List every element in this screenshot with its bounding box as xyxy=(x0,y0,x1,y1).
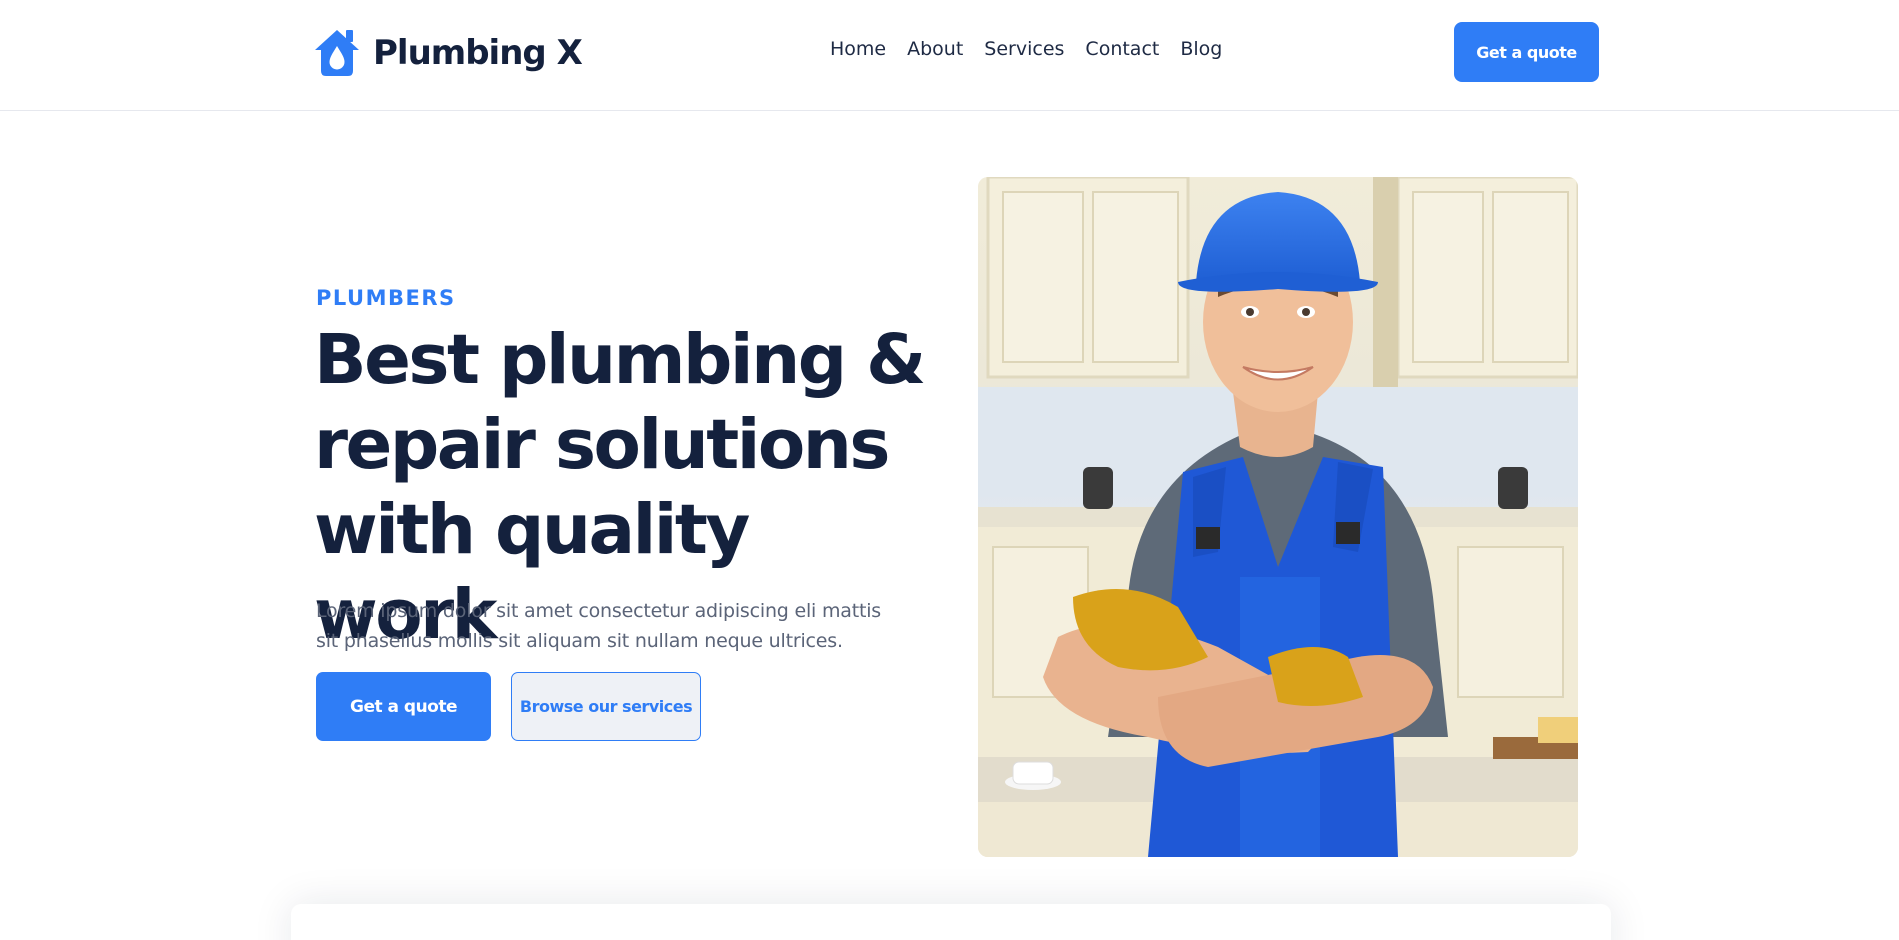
header-get-quote-button[interactable]: Get a quote xyxy=(1454,22,1599,82)
nav-blog[interactable]: Blog xyxy=(1180,38,1222,60)
nav-home[interactable]: Home xyxy=(830,38,886,60)
nav-about[interactable]: About xyxy=(907,38,963,60)
hero-image-plumber xyxy=(978,177,1578,857)
logo-link[interactable]: Plumbing X xyxy=(311,27,583,79)
nav-services[interactable]: Services xyxy=(984,38,1064,60)
site-header: Plumbing X Home About Services Contact B… xyxy=(0,0,1899,111)
browse-services-button[interactable]: Browse our services xyxy=(511,672,701,741)
logo-text: Plumbing X xyxy=(373,33,583,73)
main-nav: Home About Services Contact Blog xyxy=(830,38,1222,60)
hero-description: Lorem ipsum dolor sit amet consectetur a… xyxy=(316,600,882,652)
hero-eyebrow: PLUMBERS xyxy=(316,286,456,310)
hero-get-quote-button[interactable]: Get a quote xyxy=(316,672,491,741)
nav-contact[interactable]: Contact xyxy=(1085,38,1159,60)
plumber-illustration xyxy=(978,177,1578,857)
features-card xyxy=(291,904,1611,940)
house-water-drop-icon xyxy=(315,30,359,76)
